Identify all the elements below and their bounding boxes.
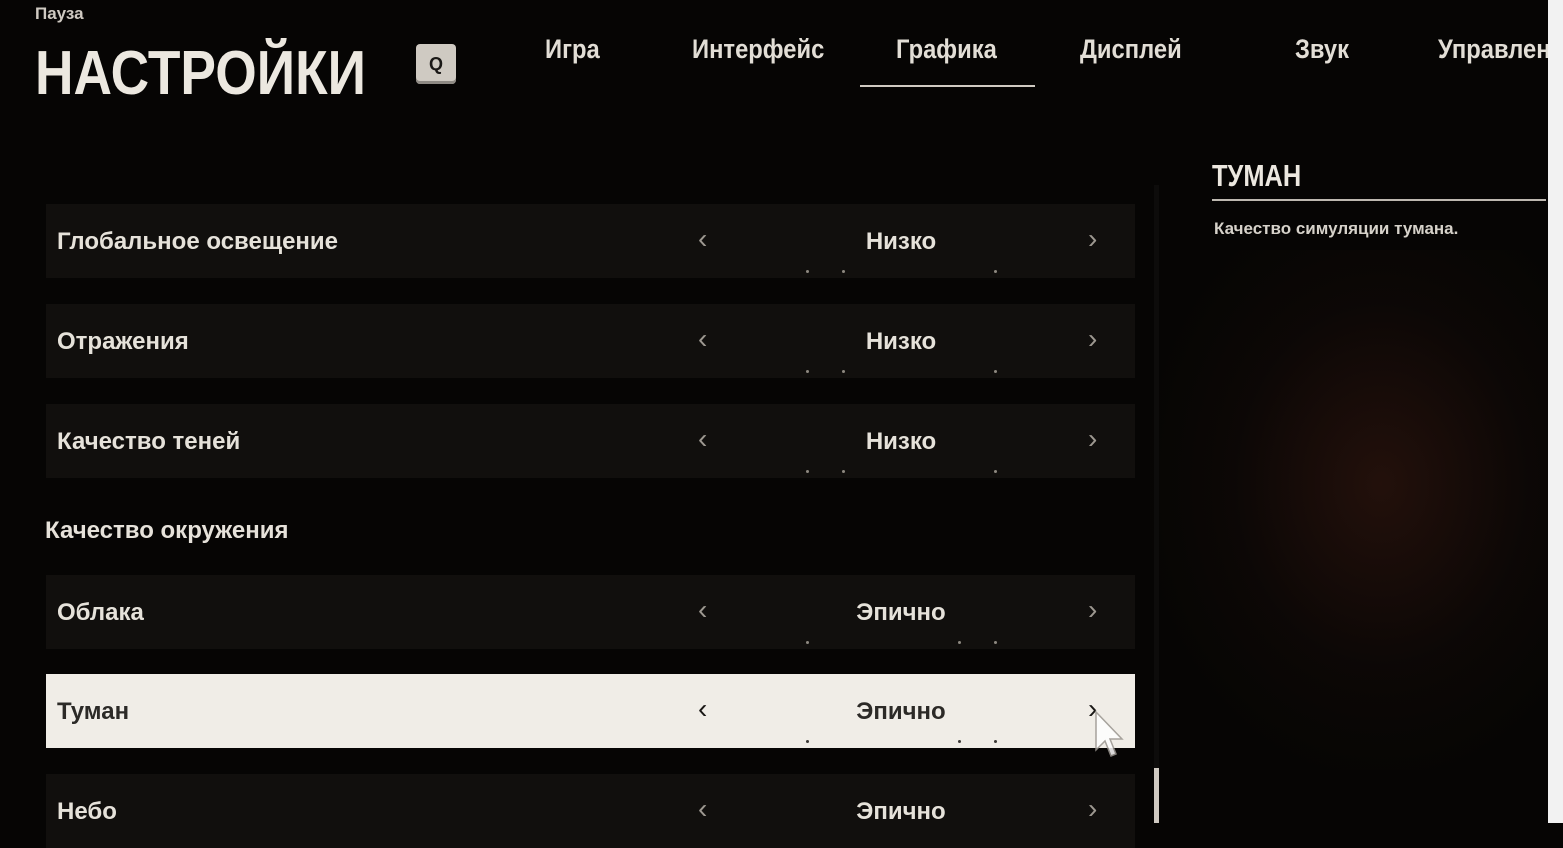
background-glow [1150, 250, 1563, 770]
tab-interface[interactable]: Интерфейс [692, 34, 824, 65]
level-indicator [806, 740, 1006, 743]
mouse-cursor-icon [1095, 710, 1124, 757]
scrollbar-track[interactable] [1154, 185, 1159, 823]
setting-label: Небо [57, 798, 117, 825]
setting-row-fog[interactable]: Туман ‹ Эпично › [46, 674, 1135, 748]
setting-value: Низко [865, 228, 937, 255]
setting-row-global-illumination[interactable]: Глобальное освещение ‹ Низко › [46, 204, 1135, 278]
chevron-left-icon[interactable]: ‹ [698, 424, 707, 454]
section-heading-environment: Качество окружения [45, 517, 289, 544]
level-indicator [806, 270, 1006, 273]
chevron-right-icon[interactable]: › [1088, 324, 1097, 354]
info-panel-description: Качество симуляции тумана. [1214, 219, 1459, 238]
setting-value: Низко [865, 328, 937, 355]
tab-game[interactable]: Игра [545, 34, 600, 65]
chevron-left-icon[interactable]: ‹ [698, 224, 707, 254]
chevron-left-icon[interactable]: ‹ [698, 324, 707, 354]
info-panel-title: ТУМАН [1212, 158, 1302, 193]
window-edge [1548, 0, 1563, 823]
setting-value: Низко [865, 428, 937, 455]
info-panel-divider [1212, 199, 1546, 201]
setting-label: Качество теней [57, 428, 241, 455]
setting-label: Облака [57, 599, 144, 626]
tab-display[interactable]: Дисплей [1080, 34, 1182, 65]
chevron-left-icon[interactable]: ‹ [698, 794, 707, 824]
setting-row-reflections[interactable]: Отражения ‹ Низко › [46, 304, 1135, 378]
setting-label: Отражения [57, 328, 189, 355]
chevron-right-icon[interactable]: › [1088, 224, 1097, 254]
scrollbar-thumb[interactable] [1154, 768, 1159, 823]
setting-row-shadow-quality[interactable]: Качество теней ‹ Низко › [46, 404, 1135, 478]
setting-label: Туман [57, 698, 130, 725]
level-indicator [806, 641, 1006, 644]
level-indicator [806, 370, 1006, 373]
level-indicator [806, 470, 1006, 473]
tab-graphics[interactable]: Графика [896, 34, 997, 65]
chevron-left-icon[interactable]: ‹ [698, 694, 707, 724]
setting-value: Эпично [856, 798, 946, 825]
active-tab-underline [860, 85, 1035, 87]
setting-label: Глобальное освещение [57, 228, 339, 255]
setting-value: Эпично [856, 599, 946, 626]
setting-row-clouds[interactable]: Облака ‹ Эпично › [46, 575, 1135, 649]
chevron-right-icon[interactable]: › [1088, 794, 1097, 824]
chevron-right-icon[interactable]: › [1088, 595, 1097, 625]
tab-prev-key-badge[interactable]: Q [416, 44, 456, 84]
setting-value: Эпично [856, 698, 946, 725]
setting-row-sky[interactable]: Небо ‹ Эпично › [46, 774, 1135, 848]
chevron-left-icon[interactable]: ‹ [698, 595, 707, 625]
tab-controls[interactable]: Управлен [1438, 34, 1548, 65]
tab-sound[interactable]: Звук [1295, 34, 1349, 65]
chevron-right-icon[interactable]: › [1088, 424, 1097, 454]
tab-bar: Q Игра Интерфейс Графика Дисплей Звук Уп… [0, 0, 1548, 110]
